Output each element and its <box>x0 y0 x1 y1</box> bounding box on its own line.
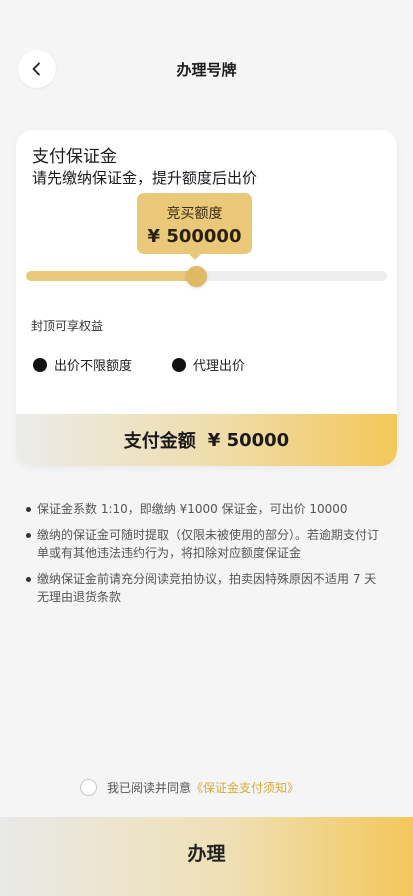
bullet-dot-icon <box>33 357 47 372</box>
perk-label: 出价不限额度 <box>54 359 133 374</box>
deposit-card: 支付保证金 请先缴纳保证金，提升额度后出价 竞买额度 ¥ 500000 封顶可享… <box>16 130 397 466</box>
bid-limit-slider[interactable] <box>26 266 387 287</box>
perk-item-unlimited-bid: 出价不限额度 <box>33 355 132 374</box>
agreement-link[interactable]: 《保证金支付须知》 <box>191 779 299 796</box>
bid-limit-bubble: 竞买额度 ¥ 500000 <box>137 193 252 260</box>
agreement-row: 我已阅读并同意 《保证金支付须知》 <box>80 779 299 796</box>
notes-list: 保证金系数 1:10，即缴纳 ¥1000 保证金，可出价 10000 缴纳的保证… <box>26 500 388 614</box>
payment-label: 支付金额 <box>123 431 196 452</box>
perk-item-proxy-bid: 代理出价 <box>172 355 245 374</box>
card-title: 支付保证金 <box>32 147 117 167</box>
list-item: 保证金系数 1:10，即缴纳 ¥1000 保证金，可出价 10000 <box>26 500 388 518</box>
card-subtitle: 请先缴纳保证金，提升额度后出价 <box>32 169 258 187</box>
list-item: 缴纳的保证金可随时提取（仅限未被使用的部分）。若逾期支付订单或有其他违法违约行为… <box>26 526 388 562</box>
bid-limit-label: 竞买额度 <box>166 206 223 222</box>
perks-heading: 封顶可享权益 <box>31 319 104 333</box>
slider-thumb[interactable] <box>185 266 207 287</box>
agreement-checkbox[interactable] <box>80 779 97 796</box>
bid-limit-value: ¥ 500000 <box>147 226 242 247</box>
bullet-dot-icon <box>172 357 186 372</box>
perk-label: 代理出价 <box>193 359 246 374</box>
payment-amount-bar: 支付金额 ¥ 50000 <box>16 414 397 466</box>
agreement-text: 我已阅读并同意 <box>107 781 192 795</box>
page-title: 办理号牌 <box>176 61 237 79</box>
list-item: 缴纳保证金前请充分阅读竞拍协议，拍卖因特殊原因不适用 7 天无理由退货条款 <box>26 570 388 606</box>
submit-button[interactable]: 办理 <box>0 817 413 896</box>
payment-amount: ¥ 50000 <box>207 429 290 451</box>
slider-fill <box>26 271 196 281</box>
